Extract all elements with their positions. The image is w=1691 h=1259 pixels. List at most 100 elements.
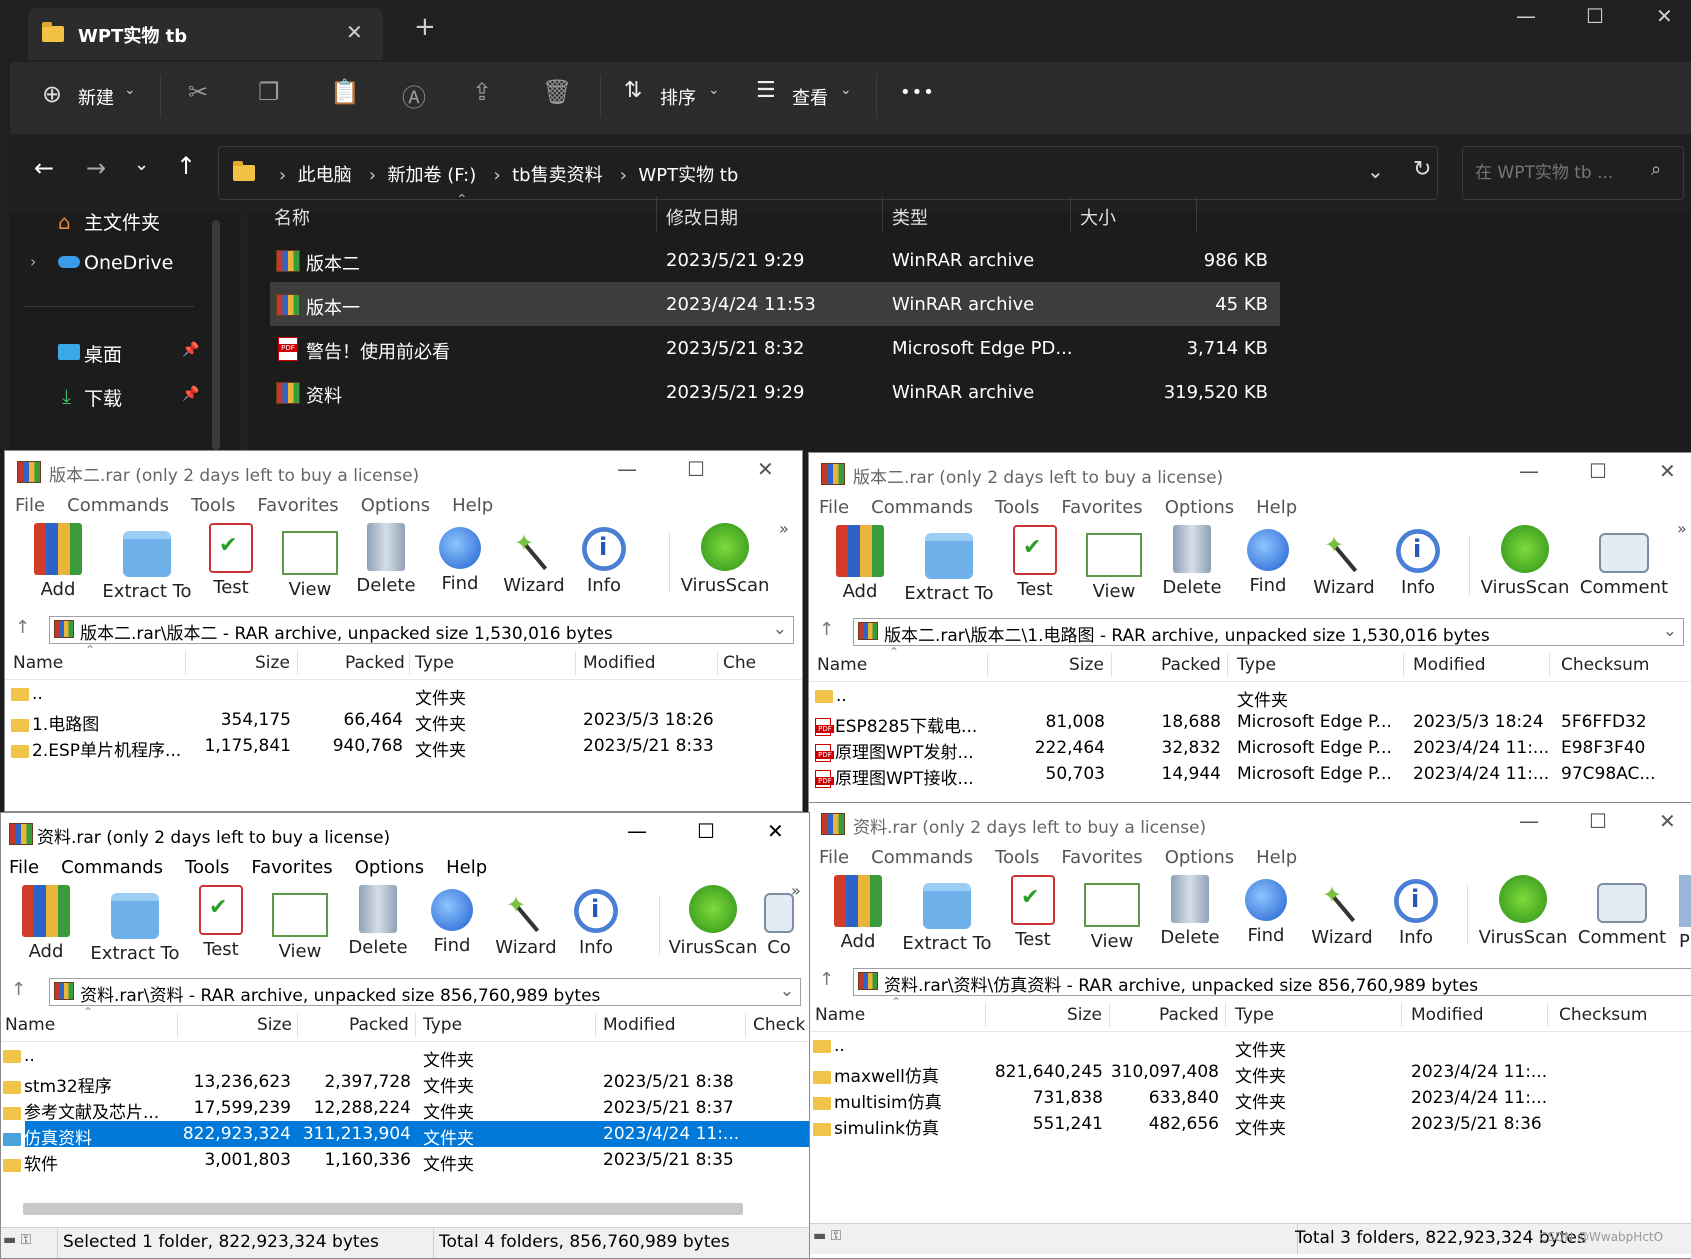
- menu-tools[interactable]: Tools: [995, 847, 1039, 868]
- sort-button[interactable]: 排序: [660, 84, 696, 110]
- info-button[interactable]: Info: [1393, 525, 1443, 598]
- path-dropdown[interactable]: 资料.rar\资料 - RAR archive, unpacked size 8…: [49, 978, 801, 1006]
- up-arrow-icon[interactable]: ↑: [819, 969, 834, 990]
- column-header-name[interactable]: Name: [5, 1015, 55, 1035]
- new-button[interactable]: 新建: [78, 84, 114, 110]
- breadcrumb-folder[interactable]: tb售卖资料: [512, 165, 602, 186]
- menu-favorites[interactable]: Favorites: [251, 857, 332, 878]
- extract-to-button[interactable]: Extract To: [899, 525, 999, 604]
- wizard-button[interactable]: Wizard: [1309, 525, 1379, 598]
- comment-button[interactable]: Comment: [1579, 525, 1669, 598]
- minimize-button[interactable]: —: [617, 457, 637, 481]
- file-row-selected[interactable]: 版本一 2023/4/24 11:53 WinRAR archive 45 KB: [270, 282, 1280, 326]
- path-dropdown[interactable]: 版本二.rar\版本二 - RAR archive, unpacked size…: [49, 616, 794, 644]
- menu-options[interactable]: Options: [355, 857, 424, 878]
- paste-icon[interactable]: 📋: [330, 78, 360, 106]
- maximize-button[interactable]: ☐: [697, 819, 715, 843]
- list-item-parent[interactable]: .. 文件夹: [809, 683, 1691, 711]
- column-header-size[interactable]: Size: [255, 653, 290, 673]
- list-item-parent[interactable]: .. 文件夹: [809, 1033, 1691, 1061]
- toolbar-overflow-button[interactable]: »: [1677, 519, 1687, 538]
- maximize-button[interactable]: ☐: [1589, 459, 1607, 483]
- up-arrow-icon[interactable]: ↑: [11, 979, 26, 1000]
- virusscan-button[interactable]: VirusScan: [1475, 875, 1571, 948]
- maximize-button[interactable]: ☐: [1589, 809, 1607, 833]
- maximize-button[interactable]: ☐: [687, 457, 705, 481]
- close-tab-icon[interactable]: ✕: [346, 20, 363, 44]
- view-button[interactable]: View: [277, 523, 343, 600]
- list-item-selected[interactable]: 仿真资料 822,923,324 311,213,904 文件夹 2023/4/…: [3, 1121, 809, 1149]
- menu-commands[interactable]: Commands: [61, 857, 163, 878]
- find-button[interactable]: Find: [1241, 525, 1295, 596]
- column-header-modified[interactable]: 修改日期: [666, 204, 738, 230]
- back-arrow-icon[interactable]: ←: [34, 154, 54, 182]
- file-row[interactable]: 版本二 2023/5/21 9:29 WinRAR archive 986 KB: [270, 238, 1280, 282]
- list-item[interactable]: maxwell仿真 821,640,245 310,097,408 文件夹 20…: [809, 1059, 1691, 1087]
- menu-favorites[interactable]: Favorites: [1061, 497, 1142, 518]
- comment-button[interactable]: Comment: [1577, 875, 1667, 948]
- menu-commands[interactable]: Commands: [871, 847, 973, 868]
- find-button[interactable]: Find: [1239, 875, 1293, 946]
- add-button[interactable]: Add: [823, 875, 893, 952]
- pin-icon[interactable]: 📌: [182, 342, 199, 358]
- delete-button[interactable]: Delete: [1157, 875, 1223, 948]
- column-header-checksum[interactable]: Check: [753, 1015, 805, 1035]
- menu-commands[interactable]: Commands: [871, 497, 973, 518]
- column-header-size[interactable]: Size: [1067, 1005, 1102, 1025]
- up-arrow-icon[interactable]: ↑: [176, 152, 196, 180]
- column-header-packed[interactable]: Packed: [1159, 1005, 1219, 1025]
- menu-file[interactable]: File: [9, 857, 39, 878]
- close-button[interactable]: ✕: [1659, 459, 1676, 483]
- column-header-name[interactable]: 名称: [274, 204, 310, 230]
- add-button[interactable]: Add: [825, 525, 895, 602]
- menu-help[interactable]: Help: [1256, 497, 1297, 518]
- add-button[interactable]: Add: [23, 523, 93, 600]
- find-button[interactable]: Find: [425, 885, 479, 956]
- delete-icon[interactable]: 🗑: [542, 78, 572, 106]
- list-item[interactable]: 2.ESP单片机程序... 1,175,841 940,768 文件夹 2023…: [5, 733, 802, 761]
- cut-icon[interactable]: ✂: [188, 78, 208, 106]
- wizard-button[interactable]: Wizard: [499, 523, 569, 596]
- column-header-modified[interactable]: Modified: [583, 653, 656, 673]
- menu-file[interactable]: File: [819, 847, 849, 868]
- toolbar-overflow-button[interactable]: »: [779, 519, 789, 538]
- search-box[interactable]: ⌕: [1462, 146, 1684, 200]
- menu-help[interactable]: Help: [452, 495, 493, 516]
- minimize-button[interactable]: —: [1516, 4, 1536, 28]
- close-button[interactable]: ✕: [1656, 4, 1673, 28]
- menu-commands[interactable]: Commands: [67, 495, 169, 516]
- refresh-icon[interactable]: ↻: [1413, 157, 1431, 182]
- maximize-button[interactable]: ☐: [1586, 4, 1604, 28]
- column-header-checksum[interactable]: Checksum: [1559, 1005, 1648, 1025]
- column-header-type[interactable]: Type: [415, 653, 454, 673]
- add-button[interactable]: Add: [11, 885, 81, 962]
- path-dropdown[interactable]: 版本二.rar\版本二\1.电路图 - RAR archive, unpacke…: [853, 618, 1684, 646]
- extract-to-button[interactable]: Extract To: [897, 875, 997, 954]
- view-button[interactable]: View: [1081, 525, 1147, 602]
- more-options-button[interactable]: •••: [900, 82, 935, 103]
- title-bar[interactable]: 版本二.rar (only 2 days left to buy a licen…: [809, 453, 1691, 493]
- delete-button[interactable]: Delete: [345, 885, 411, 958]
- menu-favorites[interactable]: Favorites: [257, 495, 338, 516]
- breadcrumb-this-pc[interactable]: 此电脑: [298, 165, 352, 186]
- sidebar-item-downloads[interactable]: 下载: [84, 384, 122, 411]
- recent-chevron-icon[interactable]: ⌄: [134, 154, 149, 175]
- new-tab-button[interactable]: +: [414, 12, 436, 42]
- virusscan-button[interactable]: VirusScan: [1477, 525, 1573, 598]
- share-icon[interactable]: ⇪: [472, 78, 492, 106]
- wizard-button[interactable]: Wizard: [491, 885, 561, 958]
- menu-options[interactable]: Options: [361, 495, 430, 516]
- file-row[interactable]: 资料 2023/5/21 9:29 WinRAR archive 319,520…: [270, 370, 1280, 414]
- chevron-down-icon[interactable]: ⌄: [840, 82, 852, 98]
- minimize-button[interactable]: —: [627, 819, 647, 843]
- list-item[interactable]: ESP8285下载电... 81,008 18,688 Microsoft Ed…: [809, 709, 1691, 737]
- column-header-type[interactable]: Type: [1235, 1005, 1274, 1025]
- test-button[interactable]: Test: [1003, 875, 1063, 950]
- column-header-type[interactable]: Type: [1237, 655, 1276, 675]
- toolbar-overflow-button[interactable]: »: [791, 881, 801, 900]
- menu-options[interactable]: Options: [1165, 497, 1234, 518]
- test-button[interactable]: Test: [191, 885, 251, 960]
- virusscan-button[interactable]: VirusScan: [677, 523, 773, 596]
- column-header-type[interactable]: 类型: [892, 204, 928, 230]
- menu-help[interactable]: Help: [446, 857, 487, 878]
